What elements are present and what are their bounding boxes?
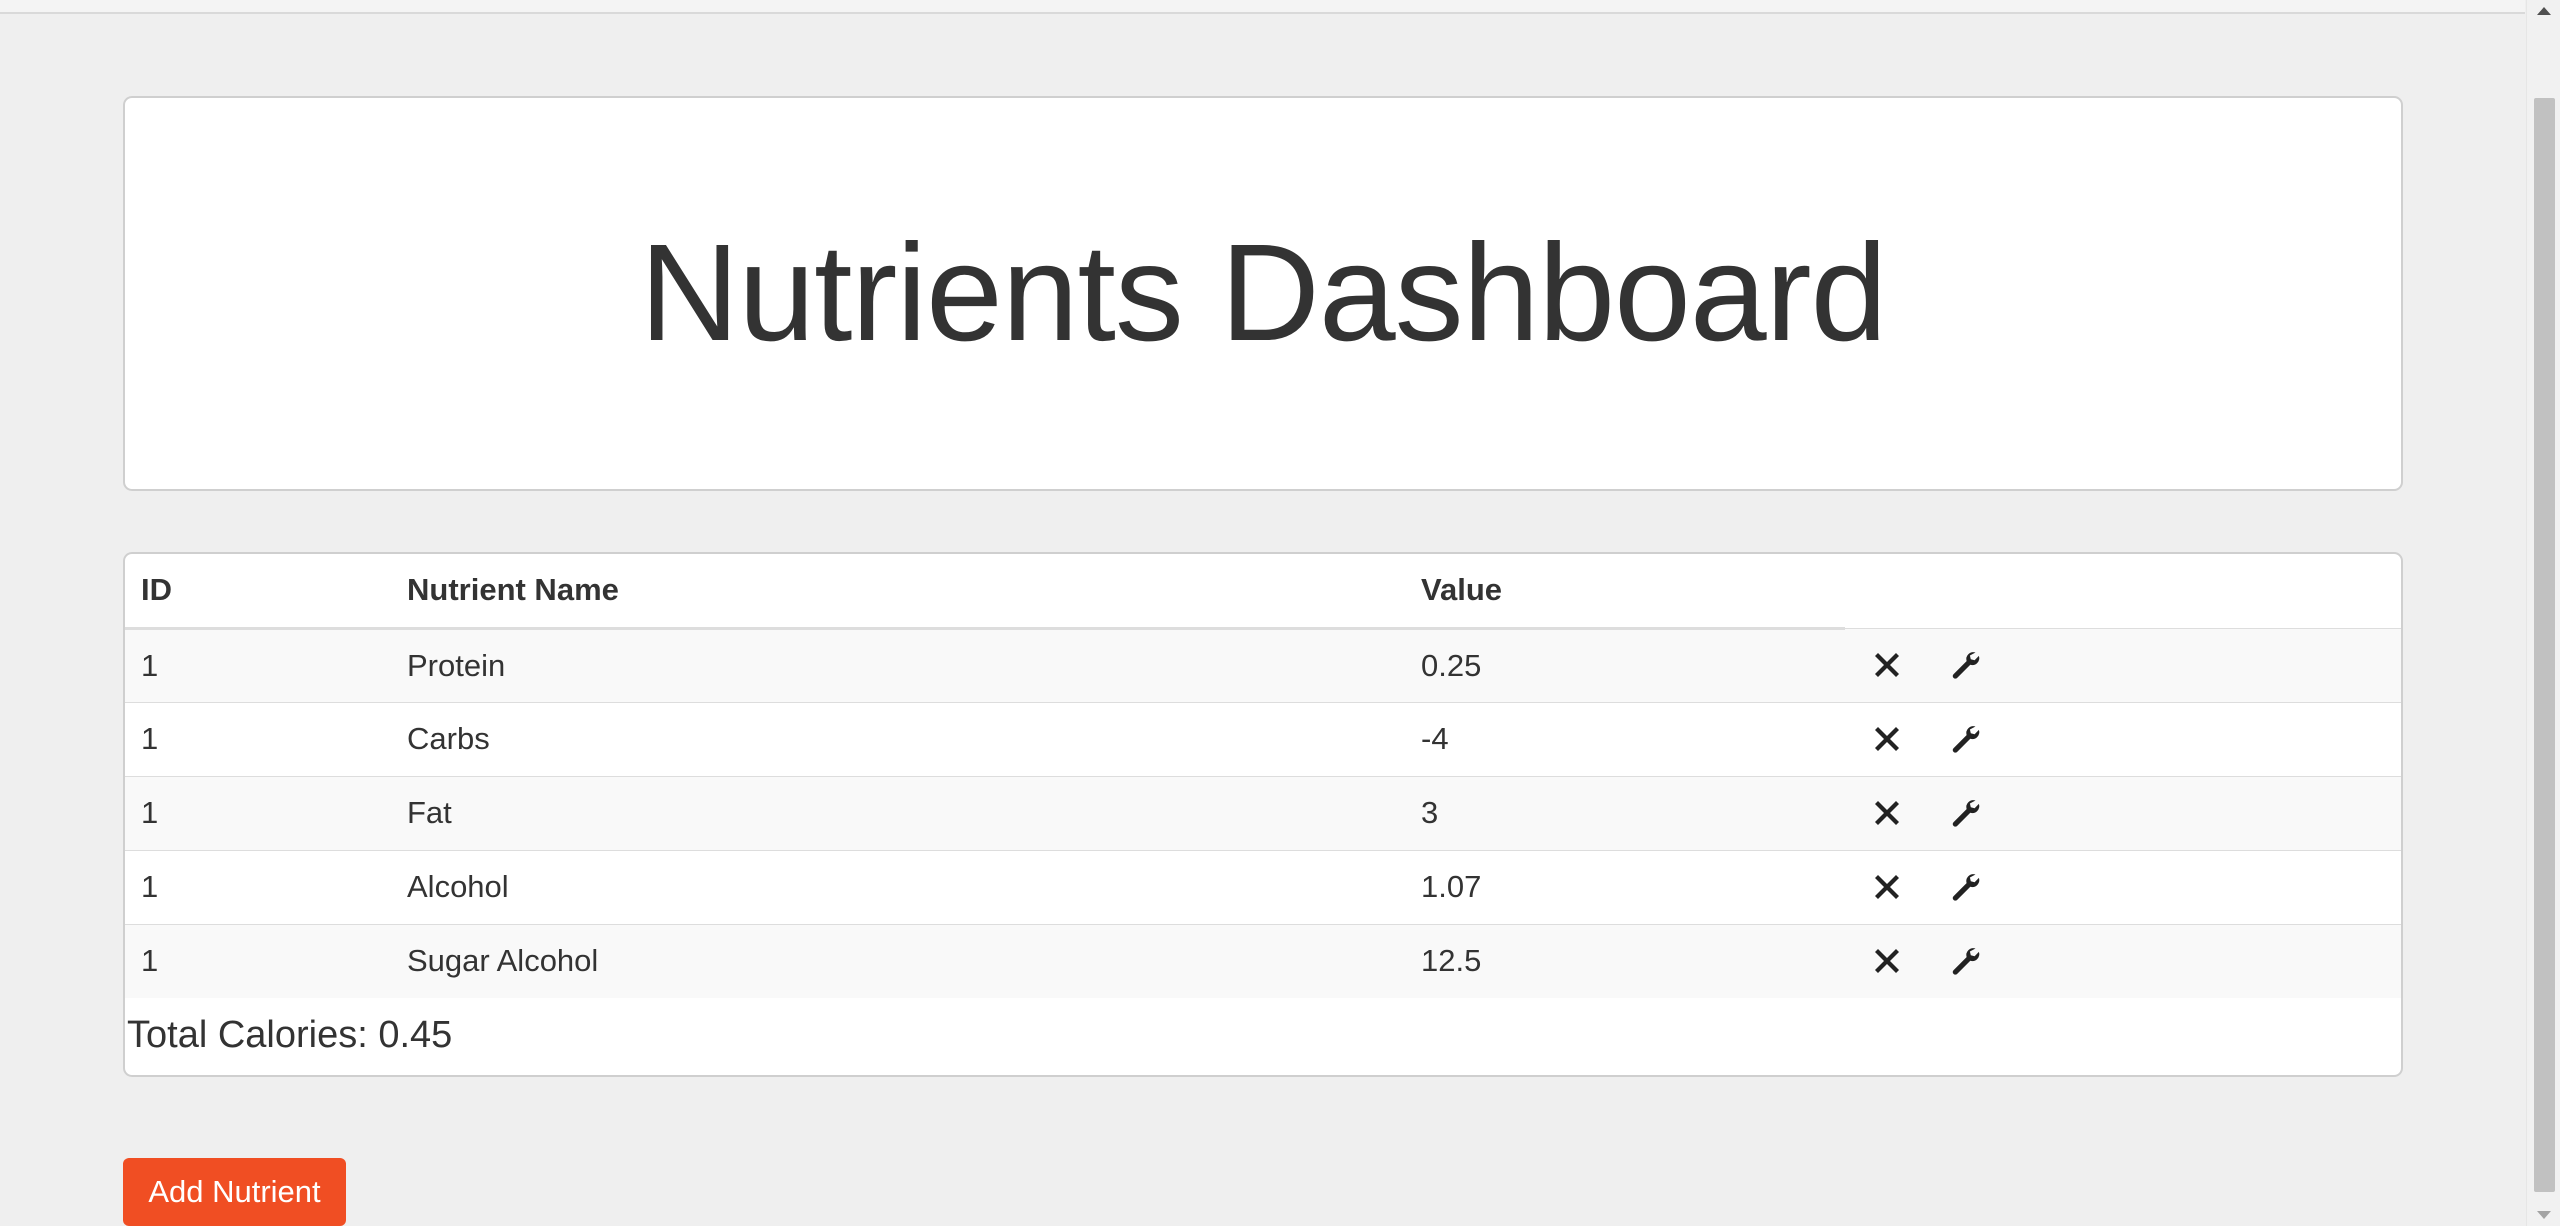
cell-value: 3 (1405, 775, 1845, 850)
edit-wrench-icon[interactable] (1945, 645, 1985, 685)
table-header-row: ID Nutrient Name Value (125, 554, 2401, 630)
delete-icon[interactable] (1867, 867, 1907, 907)
header-card: Nutrients Dashboard (123, 96, 2403, 491)
edit-wrench-icon[interactable] (1945, 867, 1985, 907)
nutrients-table: ID Nutrient Name Value 1 Protein 0.25 1 Carb… (125, 554, 2401, 998)
column-header-actions (1845, 554, 2401, 628)
cell-actions (1845, 923, 2401, 998)
cell-nutrient-name: Sugar Alcohol (391, 923, 1405, 998)
edit-wrench-icon[interactable] (1945, 793, 1985, 833)
table-row: 1 Sugar Alcohol 12.5 (125, 923, 2401, 998)
cell-id: 1 (125, 775, 391, 850)
table-row: 1 Fat 3 (125, 775, 2401, 850)
scroll-down-arrow-icon[interactable] (2537, 1211, 2551, 1219)
column-header-id: ID (125, 554, 391, 630)
delete-icon[interactable] (1867, 793, 1907, 833)
table-row: 1 Alcohol 1.07 (125, 849, 2401, 924)
column-header-nutrient-name: Nutrient Name (391, 554, 1405, 630)
cell-id: 1 (125, 701, 391, 776)
cell-nutrient-name: Alcohol (391, 849, 1405, 924)
cell-value: 0.25 (1405, 627, 1845, 702)
table-row: 1 Carbs -4 (125, 701, 2401, 776)
delete-icon[interactable] (1867, 941, 1907, 981)
cell-value: 1.07 (1405, 849, 1845, 924)
nutrients-table-card: ID Nutrient Name Value 1 Protein 0.25 1 Carb… (123, 552, 2403, 1077)
cell-id: 1 (125, 849, 391, 924)
scrollbar-thumb[interactable] (2534, 98, 2555, 1192)
edit-wrench-icon[interactable] (1945, 719, 1985, 759)
table-body: 1 Protein 0.25 1 Carbs -4 1 Fat 3 1 Alcohol 1.07 1 Su… (125, 627, 2401, 998)
top-edge-bar (0, 0, 2525, 14)
cell-value: -4 (1405, 701, 1845, 776)
delete-icon[interactable] (1867, 719, 1907, 759)
add-nutrient-button[interactable]: Add Nutrient (123, 1158, 346, 1226)
scroll-up-arrow-icon[interactable] (2537, 7, 2551, 15)
cell-value: 12.5 (1405, 923, 1845, 998)
total-calories: Total Calories: 0.45 (127, 1014, 453, 1056)
cell-actions (1845, 701, 2401, 776)
vertical-scrollbar[interactable] (2526, 0, 2560, 1226)
cell-actions (1845, 775, 2401, 850)
edit-wrench-icon[interactable] (1945, 941, 1985, 981)
cell-nutrient-name: Protein (391, 627, 1405, 702)
cell-id: 1 (125, 923, 391, 998)
cell-id: 1 (125, 627, 391, 702)
cell-actions (1845, 627, 2401, 702)
cell-nutrient-name: Fat (391, 775, 1405, 850)
column-header-value: Value (1405, 554, 1845, 630)
cell-actions (1845, 849, 2401, 924)
page-title: Nutrients Dashboard (639, 216, 1888, 370)
delete-icon[interactable] (1867, 645, 1907, 685)
table-row: 1 Protein 0.25 (125, 627, 2401, 702)
cell-nutrient-name: Carbs (391, 701, 1405, 776)
